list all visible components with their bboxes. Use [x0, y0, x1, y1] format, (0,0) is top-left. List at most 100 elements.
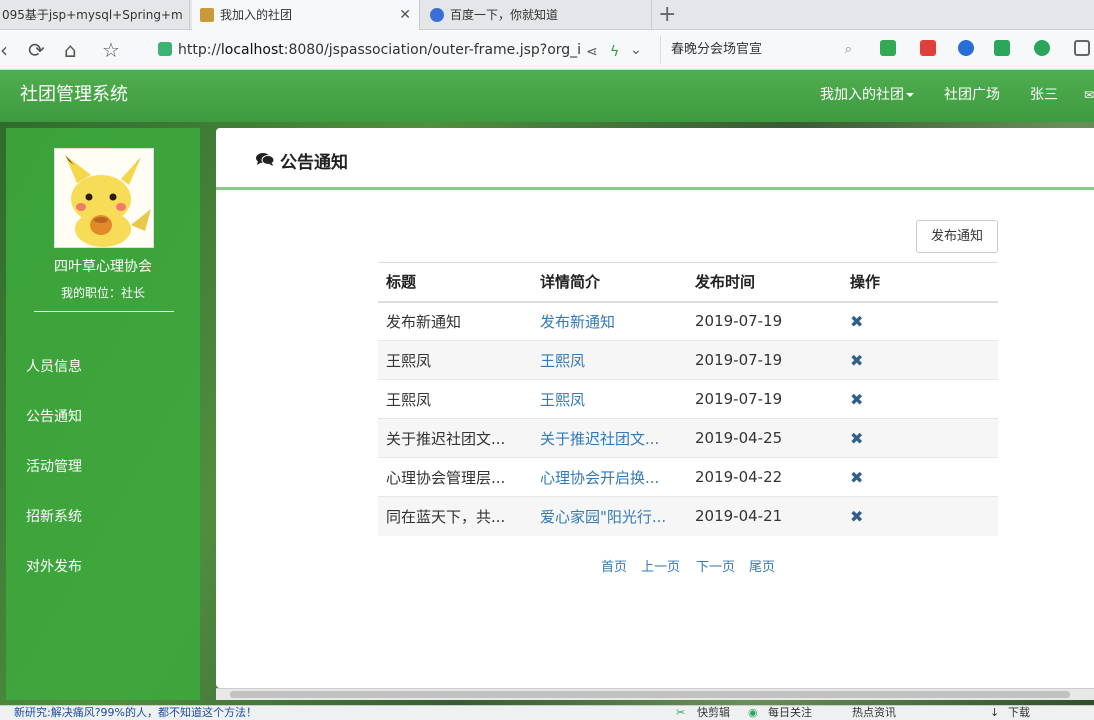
pager-first[interactable]: 首页 [601, 556, 627, 575]
baidu-paw-icon [430, 8, 444, 22]
notice-panel: 公告通知 发布通知 标题 详情简介 发布时间 操作 发布新通知 发布新通知 20… [216, 128, 1094, 688]
browser-status-bar: 新研究:解决痛风?99%的人，都不知道这个方法！ ✂ 快剪辑 ◉ 每日关注 热点… [0, 705, 1094, 720]
url-prefix: http:// [178, 42, 221, 58]
pager-next[interactable]: 下一页 [696, 556, 735, 575]
sidebar-item-activities[interactable]: 活动管理 [26, 456, 82, 476]
search-text: 春晚分会场官宣 [671, 42, 763, 57]
tab-label: 我加入的社团 [220, 8, 293, 22]
scissors-icon: ✂ [676, 706, 686, 719]
nav-club-square[interactable]: 社团广场 [944, 70, 1000, 120]
lightning-icon[interactable]: ϟ [610, 40, 619, 64]
news-ticker[interactable]: 新研究:解决痛风?99%的人，都不知道这个方法！ [14, 706, 257, 720]
publish-notice-button[interactable]: 发布通知 [916, 220, 998, 253]
url-path: :8080/jspassociation/outer-frame.jsp?org… [283, 42, 582, 58]
notice-summary-link[interactable]: 王熙凤 [540, 352, 585, 370]
notice-date: 2019-04-21 [687, 496, 842, 536]
eye-icon: ◉ [748, 706, 758, 719]
secure-shield-icon [158, 42, 172, 56]
table-header-row: 标题 详情简介 发布时间 操作 [378, 262, 998, 303]
delete-icon[interactable]: ✖ [850, 468, 863, 487]
browser-tab-1[interactable]: 095基于jsp+mysql+Spring+m [0, 0, 190, 30]
delete-icon[interactable]: ✖ [850, 351, 863, 370]
column-header-title: 标题 [378, 262, 532, 303]
column-header-date: 发布时间 [687, 262, 842, 303]
tab-close-icon[interactable]: ✕ [399, 0, 411, 30]
table-row: 发布新通知 发布新通知 2019-07-19 ✖ [378, 301, 998, 341]
refresh-icon[interactable]: ⟳ [28, 38, 45, 62]
notice-title: 王熙凤 [378, 340, 532, 380]
download-icon: ↓ [990, 706, 1000, 719]
pikachu-avatar-icon [55, 149, 153, 247]
new-tab-icon[interactable]: + [658, 2, 676, 28]
club-name: 四叶草心理协会 [54, 259, 152, 275]
pager-prev[interactable]: 上一页 [641, 556, 680, 575]
notice-date: 2019-07-19 [687, 340, 842, 380]
delete-icon[interactable]: ✖ [850, 312, 863, 331]
search-icon[interactable]: ⌕ [845, 36, 852, 64]
browser-tab-2[interactable]: 我加入的社团 ✕ [192, 0, 420, 30]
status-tool-clip[interactable]: 快剪辑 [697, 706, 730, 720]
table-row: 心理协会管理层... 心理协会开启换... 2019-04-22 ✖ [378, 457, 998, 497]
game-extension-icon[interactable] [994, 40, 1010, 56]
translate-extension-icon[interactable] [880, 40, 896, 56]
notice-summary-link[interactable]: 王熙凤 [540, 391, 585, 409]
delete-icon[interactable]: ✖ [850, 507, 863, 526]
tab-label: 095基于jsp+mysql+Spring+m [2, 8, 183, 22]
sidebar: 四叶草心理协会 我的职位：社长 人员信息 公告通知 活动管理 招新系统 对外发布 [6, 128, 200, 700]
back-icon[interactable]: ‹ [0, 38, 8, 62]
mail-icon[interactable]: ✉ [1084, 70, 1094, 120]
url-host: localhost [220, 42, 284, 58]
app-header: 社团管理系统 我加入的社团 社团广场 张三 ✉ [0, 70, 1094, 122]
favorite-star-icon[interactable]: ☆ [102, 38, 120, 62]
screenshot-scissors-icon[interactable] [920, 40, 936, 56]
page-favicon-icon [200, 8, 214, 22]
address-bar[interactable]: http://localhost:8080/jspassociation/out… [158, 36, 648, 64]
notice-summary-link[interactable]: 心理协会开启换... [540, 469, 659, 487]
table-row: 关于推迟社团文... 关于推迟社团文... 2019-04-25 ✖ [378, 418, 998, 458]
notice-date: 2019-04-25 [687, 418, 842, 458]
notice-title: 关于推迟社团文... [378, 418, 532, 458]
apps-grid-icon[interactable] [1074, 40, 1090, 56]
chevron-down-icon[interactable]: ⌄ [630, 38, 642, 62]
tab-label: 百度一下，你就知道 [450, 8, 559, 22]
home-icon[interactable]: ⌂ [64, 38, 77, 62]
notice-title: 王熙凤 [378, 379, 532, 419]
sidebar-item-publish[interactable]: 对外发布 [26, 556, 82, 576]
notice-summary-link[interactable]: 关于推迟社团文... [540, 430, 659, 448]
notice-date: 2019-07-19 [687, 379, 842, 419]
notice-table: 标题 详情简介 发布时间 操作 发布新通知 发布新通知 2019-07-19 ✖… [378, 262, 998, 536]
nav-my-clubs[interactable]: 我加入的社团 [820, 70, 914, 120]
scrollbar-thumb[interactable] [230, 691, 1070, 698]
browser-tab-bar: 095基于jsp+mysql+Spring+m 我加入的社团 ✕ 百度一下，你就… [0, 0, 1094, 30]
app-brand[interactable]: 社团管理系统 [20, 70, 128, 120]
browser-tab-3[interactable]: 百度一下，你就知道 [422, 0, 652, 30]
horizontal-scrollbar[interactable] [216, 688, 1094, 700]
notice-title: 同在蓝天下，共... [378, 496, 532, 536]
delete-icon[interactable]: ✖ [850, 390, 863, 409]
column-header-summary: 详情简介 [532, 262, 687, 303]
status-tool-hot[interactable]: 热点资讯 [852, 706, 896, 720]
notice-title: 发布新通知 [378, 301, 532, 341]
status-tool-download[interactable]: 下载 [1008, 706, 1030, 720]
pager-last[interactable]: 尾页 [749, 556, 775, 575]
table-row: 王熙凤 王熙凤 2019-07-19 ✖ [378, 340, 998, 380]
delete-icon[interactable]: ✖ [850, 429, 863, 448]
my-position: 我的职位：社长 [60, 286, 145, 300]
sidebar-divider [34, 311, 174, 312]
notice-summary-link[interactable]: 发布新通知 [540, 313, 615, 331]
sidebar-item-members[interactable]: 人员信息 [26, 356, 82, 376]
nav-label: 我加入的社团 [820, 87, 904, 103]
notice-title: 心理协会管理层... [378, 457, 532, 497]
nav-user[interactable]: 张三 [1030, 70, 1058, 120]
notice-summary-link[interactable]: 爱心家园"阳光行... [540, 508, 666, 526]
security-shield-icon[interactable] [1034, 40, 1050, 56]
sidebar-item-recruitment[interactable]: 招新系统 [26, 506, 82, 526]
sidebar-item-notices[interactable]: 公告通知 [26, 406, 82, 426]
browser-toolbar: ‹ ⟳ ⌂ ☆ http://localhost:8080/jspassocia… [0, 30, 1094, 70]
share-icon[interactable]: ⋖ [586, 40, 598, 64]
notice-date: 2019-04-22 [687, 457, 842, 497]
search-extension-icon[interactable] [958, 40, 974, 56]
panel-header: 公告通知 [216, 128, 1094, 190]
search-input[interactable]: 春晚分会场官宣 ⌕ [660, 36, 860, 64]
status-tool-daily[interactable]: 每日关注 [768, 706, 812, 720]
